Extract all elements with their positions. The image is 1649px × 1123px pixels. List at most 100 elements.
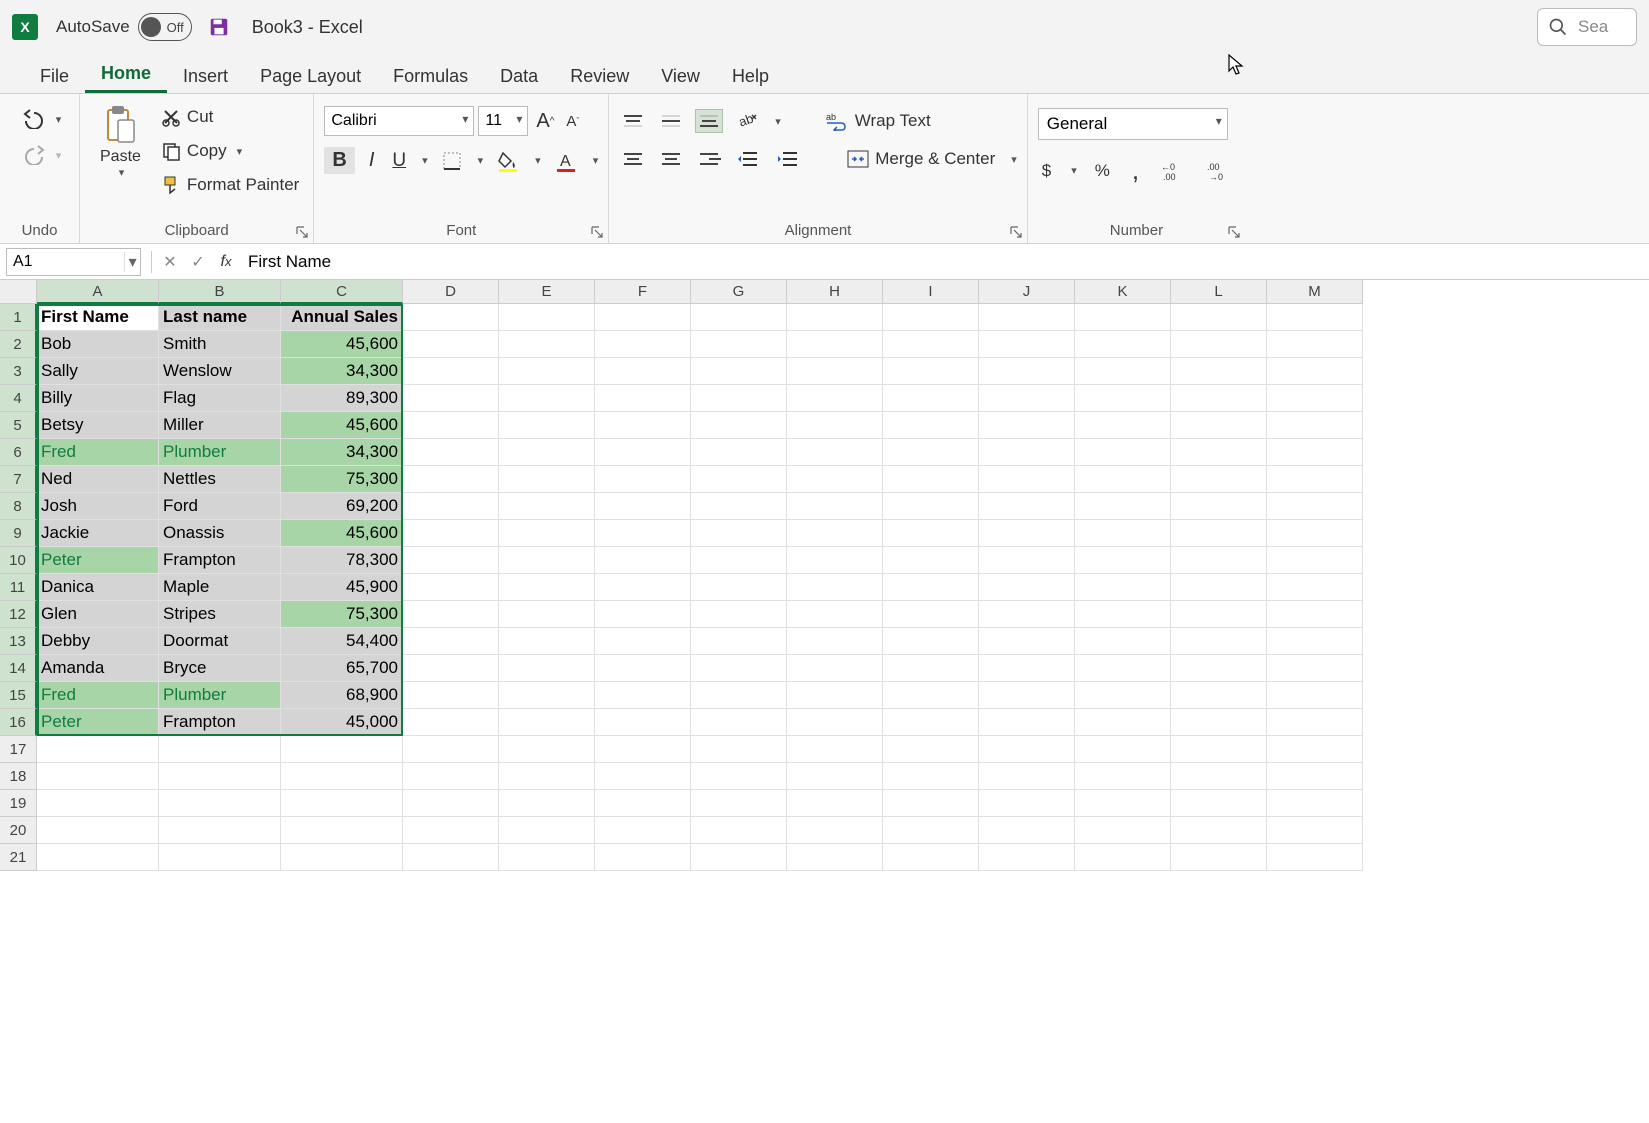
cell-C6[interactable]: 34,300 — [281, 439, 403, 466]
cell-H18[interactable] — [787, 763, 883, 790]
cell-E13[interactable] — [499, 628, 595, 655]
column-header-J[interactable]: J — [979, 280, 1075, 304]
cell-C4[interactable]: 89,300 — [281, 385, 403, 412]
cell-K12[interactable] — [1075, 601, 1171, 628]
cell-D13[interactable] — [403, 628, 499, 655]
cell-H3[interactable] — [787, 358, 883, 385]
cell-A20[interactable] — [37, 817, 159, 844]
cell-F9[interactable] — [595, 520, 691, 547]
cell-C13[interactable]: 54,400 — [281, 628, 403, 655]
cell-J4[interactable] — [979, 385, 1075, 412]
cell-F16[interactable] — [595, 709, 691, 736]
cell-J17[interactable] — [979, 736, 1075, 763]
cell-B1[interactable]: Last name — [159, 304, 281, 331]
clipboard-launcher-icon[interactable] — [295, 225, 309, 239]
cell-I18[interactable] — [883, 763, 979, 790]
cell-G13[interactable] — [691, 628, 787, 655]
cell-I14[interactable] — [883, 655, 979, 682]
cell-I16[interactable] — [883, 709, 979, 736]
cell-A16[interactable]: Peter — [37, 709, 159, 736]
cell-K5[interactable] — [1075, 412, 1171, 439]
cell-I1[interactable] — [883, 304, 979, 331]
cell-H21[interactable] — [787, 844, 883, 871]
cell-A4[interactable]: Billy — [37, 385, 159, 412]
cell-K18[interactable] — [1075, 763, 1171, 790]
cell-D4[interactable] — [403, 385, 499, 412]
cell-K7[interactable] — [1075, 466, 1171, 493]
cell-L2[interactable] — [1171, 331, 1267, 358]
cell-E18[interactable] — [499, 763, 595, 790]
cell-J1[interactable] — [979, 304, 1075, 331]
column-header-A[interactable]: A — [37, 280, 159, 304]
increase-indent-button[interactable] — [773, 147, 803, 171]
cell-H2[interactable] — [787, 331, 883, 358]
cell-L18[interactable] — [1171, 763, 1267, 790]
cell-E10[interactable] — [499, 547, 595, 574]
cell-D9[interactable] — [403, 520, 499, 547]
cell-E16[interactable] — [499, 709, 595, 736]
cell-I6[interactable] — [883, 439, 979, 466]
cell-J14[interactable] — [979, 655, 1075, 682]
cell-A10[interactable]: Peter — [37, 547, 159, 574]
cell-B9[interactable]: Onassis — [159, 520, 281, 547]
cell-I21[interactable] — [883, 844, 979, 871]
cell-J16[interactable] — [979, 709, 1075, 736]
cell-A12[interactable]: Glen — [37, 601, 159, 628]
row-header-12[interactable]: 12 — [0, 601, 37, 628]
cell-H9[interactable] — [787, 520, 883, 547]
cell-B13[interactable]: Doormat — [159, 628, 281, 655]
number-launcher-icon[interactable] — [1227, 225, 1241, 239]
row-header-4[interactable]: 4 — [0, 385, 37, 412]
cell-G12[interactable] — [691, 601, 787, 628]
cell-L17[interactable] — [1171, 736, 1267, 763]
cell-K16[interactable] — [1075, 709, 1171, 736]
cell-A9[interactable]: Jackie — [37, 520, 159, 547]
row-header-5[interactable]: 5 — [0, 412, 37, 439]
cell-H8[interactable] — [787, 493, 883, 520]
cell-L8[interactable] — [1171, 493, 1267, 520]
decrease-font-button[interactable]: Aˇ — [562, 110, 583, 133]
cell-L4[interactable] — [1171, 385, 1267, 412]
cell-D12[interactable] — [403, 601, 499, 628]
cell-F11[interactable] — [595, 574, 691, 601]
row-header-15[interactable]: 15 — [0, 682, 37, 709]
cell-A15[interactable]: Fred — [37, 682, 159, 709]
wrap-text-button[interactable]: abWrap Text — [821, 108, 935, 134]
cell-K9[interactable] — [1075, 520, 1171, 547]
cell-H14[interactable] — [787, 655, 883, 682]
cell-C10[interactable]: 78,300 — [281, 547, 403, 574]
cell-D16[interactable] — [403, 709, 499, 736]
row-header-14[interactable]: 14 — [0, 655, 37, 682]
cell-G7[interactable] — [691, 466, 787, 493]
tab-data[interactable]: Data — [484, 60, 554, 93]
cell-M20[interactable] — [1267, 817, 1363, 844]
select-all-corner[interactable] — [0, 280, 37, 304]
cell-C17[interactable] — [281, 736, 403, 763]
cell-E1[interactable] — [499, 304, 595, 331]
cell-B17[interactable] — [159, 736, 281, 763]
cell-I5[interactable] — [883, 412, 979, 439]
cell-B3[interactable]: Wenslow — [159, 358, 281, 385]
cell-G5[interactable] — [691, 412, 787, 439]
cell-L15[interactable] — [1171, 682, 1267, 709]
cell-D15[interactable] — [403, 682, 499, 709]
cell-B6[interactable]: Plumber — [159, 439, 281, 466]
italic-button[interactable]: I — [365, 146, 379, 175]
cell-I3[interactable] — [883, 358, 979, 385]
row-header-17[interactable]: 17 — [0, 736, 37, 763]
cancel-formula-icon[interactable]: ✕ — [159, 251, 181, 273]
cell-C14[interactable]: 65,700 — [281, 655, 403, 682]
cell-I2[interactable] — [883, 331, 979, 358]
merge-center-button[interactable]: Merge & Center — [843, 146, 999, 172]
align-middle-button[interactable] — [657, 109, 685, 133]
cell-I9[interactable] — [883, 520, 979, 547]
cell-J9[interactable] — [979, 520, 1075, 547]
cell-H7[interactable] — [787, 466, 883, 493]
accounting-format-button[interactable]: $ — [1038, 158, 1055, 184]
cell-L21[interactable] — [1171, 844, 1267, 871]
cell-K2[interactable] — [1075, 331, 1171, 358]
cell-E3[interactable] — [499, 358, 595, 385]
cell-I10[interactable] — [883, 547, 979, 574]
cell-K13[interactable] — [1075, 628, 1171, 655]
cell-M15[interactable] — [1267, 682, 1363, 709]
